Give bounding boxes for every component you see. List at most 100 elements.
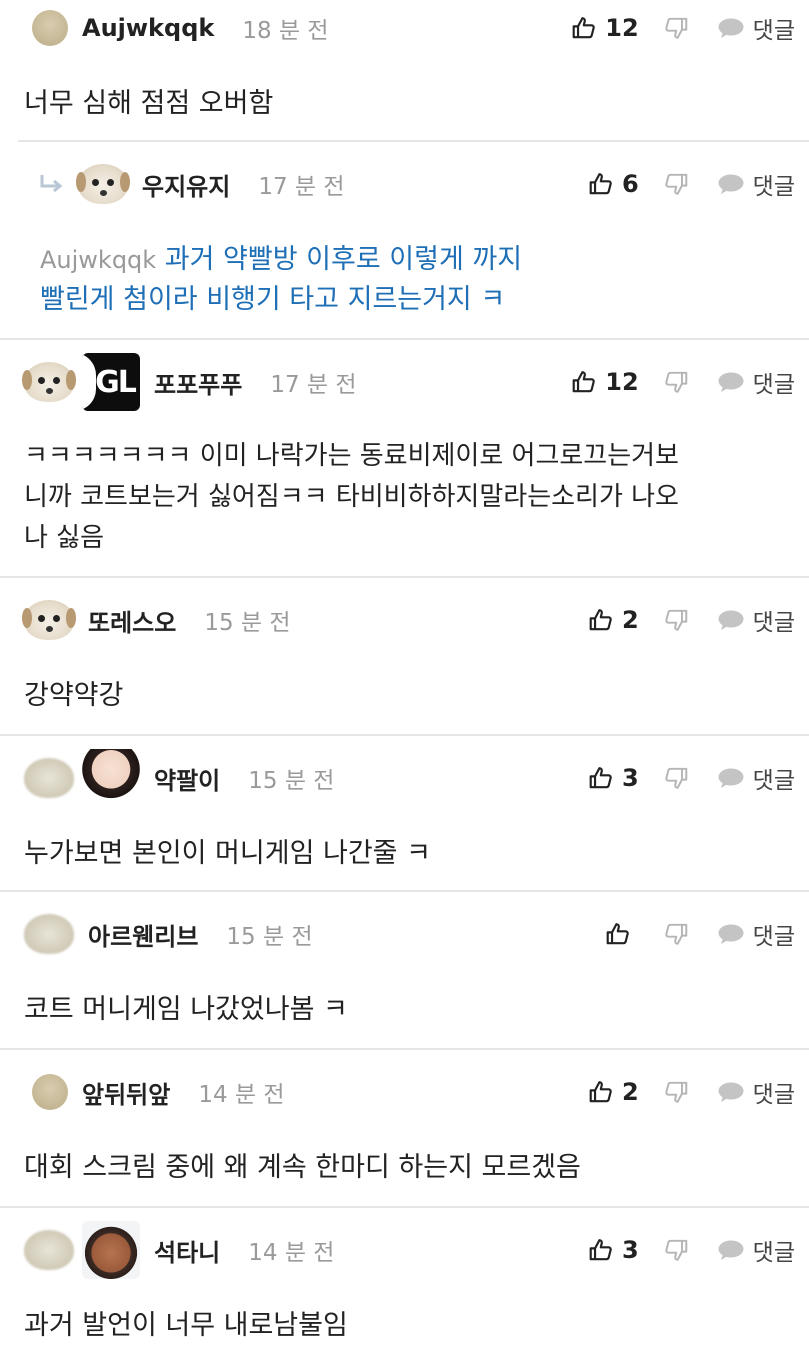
- like-button[interactable]: 3: [588, 764, 639, 792]
- comment-author[interactable]: 포포푸푸: [154, 365, 242, 400]
- reply-label: 댓글: [752, 18, 795, 44]
- like-count: 3: [621, 764, 639, 792]
- reply-label: 댓글: [752, 372, 795, 398]
- dislike-button[interactable]: [663, 1237, 689, 1263]
- reply-button[interactable]: 댓글: [717, 1075, 795, 1109]
- comment-author[interactable]: 앞뒤뒤앞: [82, 1075, 170, 1110]
- comment-text: 너무 심해 점점 오버함: [24, 88, 274, 119]
- thumb-down-icon: [663, 921, 689, 947]
- comment-meta: 아르웬리브 15 분 전: [24, 906, 313, 962]
- comment-meta: 우지유지 17 분 전: [38, 156, 345, 212]
- speech-bubble-icon: [717, 609, 745, 631]
- speech-bubble-icon: [717, 923, 745, 945]
- comment-time: 15 분 전: [226, 924, 313, 950]
- reply-button[interactable]: 댓글: [717, 365, 795, 399]
- reply-label: 댓글: [752, 610, 795, 636]
- reply-label: 댓글: [752, 924, 795, 950]
- comment-meta: 또레스오 15 분 전: [22, 592, 291, 648]
- comment-author[interactable]: 약팔이: [154, 761, 220, 796]
- comment-text: ㅋㅋㅋㅋㅋㅋㅋ 이미 나락가는 동료비제이로 어그로끄는거보 니까 코트보는거 …: [24, 436, 789, 559]
- thumb-up-icon: [588, 1079, 614, 1105]
- user-badge: GL: [82, 353, 140, 411]
- reply-button[interactable]: 댓글: [717, 11, 795, 45]
- avatar[interactable]: [24, 1230, 74, 1270]
- comment-time: 14 분 전: [198, 1082, 285, 1108]
- comment-actions: 댓글: [605, 906, 795, 962]
- dislike-button[interactable]: [663, 765, 689, 791]
- mention[interactable]: Aujwkqqk: [40, 246, 156, 274]
- comment-author[interactable]: 우지유지: [142, 167, 230, 202]
- like-button[interactable]: 12: [571, 14, 639, 42]
- comment-author[interactable]: Aujwkqqk: [82, 14, 214, 42]
- comment-text: 대회 스크림 중에 왜 계속 한마디 하는지 모르겠음: [24, 1152, 581, 1183]
- reply-button[interactable]: 댓글: [717, 167, 795, 201]
- avatar[interactable]: [24, 758, 74, 798]
- like-button[interactable]: 3: [588, 1236, 639, 1264]
- dislike-button[interactable]: [663, 607, 689, 633]
- comment-text-line: ㅋㅋㅋㅋㅋㅋㅋ 이미 나락가는 동료비제이로 어그로끄는거보: [24, 441, 679, 471]
- comment-time: 17 분 전: [270, 372, 357, 398]
- like-button[interactable]: [605, 921, 639, 947]
- like-button[interactable]: 12: [571, 368, 639, 396]
- comment-actions: 3 댓글: [588, 750, 795, 806]
- reply-label: 댓글: [752, 1240, 795, 1266]
- comment: Aujwkqqk 18 분 전 12 댓글 너무 심해 점점 오버함: [0, 0, 809, 140]
- thumb-down-icon: [663, 1079, 689, 1105]
- thumb-down-icon: [663, 15, 689, 41]
- avatar[interactable]: [22, 362, 76, 402]
- reply-button[interactable]: 댓글: [717, 603, 795, 637]
- dislike-button[interactable]: [663, 921, 689, 947]
- comment: GL 포포푸푸 17 분 전 12 댓글 ㅋㅋㅋㅋㅋㅋㅋ 이미 나락가는 동료비…: [0, 340, 809, 576]
- comment-text: 강약약강: [24, 680, 124, 711]
- comment-time: 17 분 전: [258, 174, 345, 200]
- thumb-up-icon: [588, 1237, 614, 1263]
- user-badge: [82, 749, 140, 807]
- comment-actions: 6 댓글: [588, 156, 795, 212]
- comment-author[interactable]: 석타니: [154, 1233, 220, 1268]
- comment-text: 코트 머니게임 나갔었나봄 ㅋ: [24, 994, 348, 1025]
- comment-meta: 석타니 14 분 전: [24, 1221, 335, 1279]
- like-count: 2: [621, 1078, 639, 1106]
- comment-text-line: 나 싫음: [24, 523, 105, 553]
- reply-button[interactable]: 댓글: [717, 1233, 795, 1267]
- comment-text: 누가보면 본인이 머니게임 나간줄 ㅋ: [24, 838, 431, 869]
- avatar[interactable]: [24, 914, 74, 954]
- dislike-button[interactable]: [663, 1079, 689, 1105]
- thumb-down-icon: [663, 765, 689, 791]
- like-button[interactable]: 2: [588, 1078, 639, 1106]
- comment-text-line: 니까 코트보는거 싫어짐ㅋㅋ 타비비하하지말라는소리가 나오: [24, 482, 679, 512]
- comment-author[interactable]: 아르웬리브: [88, 917, 198, 952]
- avatar[interactable]: [32, 10, 68, 46]
- avatar[interactable]: [22, 600, 76, 640]
- dislike-button[interactable]: [663, 369, 689, 395]
- comment-meta: GL 포포푸푸 17 분 전: [22, 353, 357, 411]
- comment-meta: 앞뒤뒤앞 14 분 전: [32, 1064, 285, 1120]
- speech-bubble-icon: [717, 1239, 745, 1261]
- like-button[interactable]: 6: [588, 170, 639, 198]
- thumb-down-icon: [663, 369, 689, 395]
- speech-bubble-icon: [717, 1081, 745, 1103]
- comment: 약팔이 15 분 전 3 댓글 누가보면 본인이 머니게임 나간줄 ㅋ: [0, 736, 809, 890]
- comment-time: 15 분 전: [204, 610, 291, 636]
- reply-label: 댓글: [752, 174, 795, 200]
- thumb-up-icon: [571, 15, 597, 41]
- like-button[interactable]: 2: [588, 606, 639, 634]
- dislike-button[interactable]: [663, 15, 689, 41]
- like-count: 6: [621, 170, 639, 198]
- thumb-up-icon: [588, 765, 614, 791]
- thumb-down-icon: [663, 1237, 689, 1263]
- comment-time: 14 분 전: [248, 1240, 335, 1266]
- like-count: 3: [621, 1236, 639, 1264]
- comment-author[interactable]: 또레스오: [88, 603, 176, 638]
- reply-button[interactable]: 댓글: [717, 761, 795, 795]
- reply-label: 댓글: [752, 1082, 795, 1108]
- reply-button[interactable]: 댓글: [717, 917, 795, 951]
- avatar[interactable]: [32, 1074, 68, 1110]
- comment-actions: 12 댓글: [571, 0, 795, 56]
- like-count: 12: [605, 14, 639, 42]
- like-count: 12: [605, 368, 639, 396]
- like-count: 2: [621, 606, 639, 634]
- dislike-button[interactable]: [663, 171, 689, 197]
- avatar[interactable]: [76, 164, 130, 204]
- reply-text-line: 빨린게 첨이라 비행기 타고 지르는거지 ㅋ: [40, 284, 506, 315]
